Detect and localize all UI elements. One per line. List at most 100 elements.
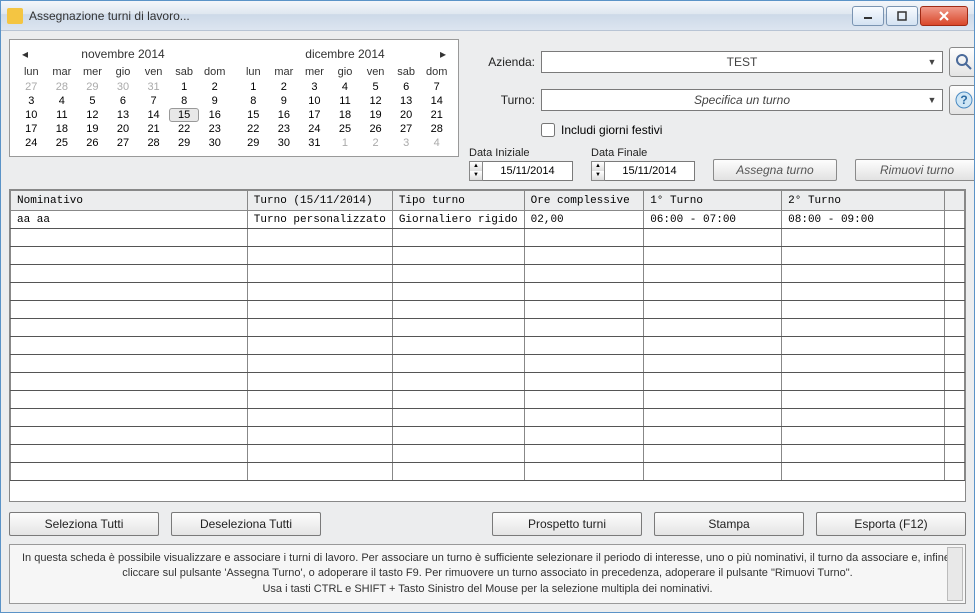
cal-day[interactable]: 1 <box>238 80 269 94</box>
cal-day[interactable]: 30 <box>269 136 300 150</box>
cal-day[interactable]: 5 <box>360 80 391 94</box>
cal-day[interactable]: 14 <box>138 108 169 122</box>
cal-day[interactable]: 21 <box>138 122 169 136</box>
cal-day[interactable]: 8 <box>169 94 200 108</box>
cal-day[interactable]: 27 <box>391 122 422 136</box>
cal-day[interactable]: 29 <box>169 136 200 150</box>
cal-next-icon[interactable]: ▸ <box>434 47 452 61</box>
azienda-dropdown[interactable]: TEST ▼ <box>541 51 943 73</box>
table-row[interactable] <box>11 319 965 337</box>
cal-day[interactable]: 17 <box>299 108 330 122</box>
cal-day[interactable]: 28 <box>421 122 452 136</box>
data-finale-input[interactable] <box>605 161 695 181</box>
table-row[interactable] <box>11 373 965 391</box>
maximize-button[interactable] <box>886 6 918 26</box>
table-row[interactable] <box>11 355 965 373</box>
cal-prev-icon[interactable]: ◂ <box>16 47 34 61</box>
cal-day[interactable]: 10 <box>16 108 47 122</box>
cal-day[interactable]: 3 <box>16 94 47 108</box>
cal-day[interactable]: 9 <box>269 94 300 108</box>
cal-day[interactable]: 16 <box>199 108 230 122</box>
cal-day[interactable]: 26 <box>77 136 108 150</box>
cal-day[interactable]: 9 <box>199 94 230 108</box>
stampa-button[interactable]: Stampa <box>654 512 804 536</box>
cal-day[interactable]: 8 <box>238 94 269 108</box>
cal-day[interactable]: 5 <box>77 94 108 108</box>
cal-day[interactable]: 13 <box>391 94 422 108</box>
table-row[interactable] <box>11 463 965 481</box>
cal-day[interactable]: 15 <box>169 108 200 122</box>
cal-day[interactable]: 20 <box>391 108 422 122</box>
cal-day[interactable]: 1 <box>330 136 361 150</box>
cal-day[interactable]: 13 <box>108 108 139 122</box>
cal-day[interactable]: 2 <box>360 136 391 150</box>
cal-day[interactable]: 7 <box>138 94 169 108</box>
cal-day[interactable]: 25 <box>330 122 361 136</box>
table-row[interactable] <box>11 283 965 301</box>
cal-day[interactable]: 30 <box>108 80 139 94</box>
calendar-november[interactable]: ◂ novembre 2014 lunmarmergiovensabdom 27… <box>16 44 230 150</box>
cal-day[interactable]: 27 <box>16 80 47 94</box>
column-header[interactable]: Ore complessive <box>524 191 644 211</box>
cal-day[interactable]: 4 <box>330 80 361 94</box>
cal-day[interactable]: 31 <box>138 80 169 94</box>
cal-day[interactable]: 31 <box>299 136 330 150</box>
close-button[interactable] <box>920 6 968 26</box>
table-row[interactable] <box>11 409 965 427</box>
cal-day[interactable]: 23 <box>199 122 230 136</box>
table-row[interactable]: aa aaTurno personalizzatoGiornaliero rig… <box>11 211 965 229</box>
cal-day[interactable]: 6 <box>391 80 422 94</box>
minimize-button[interactable] <box>852 6 884 26</box>
cal-day[interactable]: 25 <box>47 136 78 150</box>
cal-day[interactable]: 29 <box>238 136 269 150</box>
cal-day[interactable]: 22 <box>238 122 269 136</box>
cal-day[interactable]: 29 <box>77 80 108 94</box>
turno-dropdown[interactable]: Specifica un turno ▼ <box>541 89 943 111</box>
table-row[interactable] <box>11 301 965 319</box>
column-header[interactable]: Tipo turno <box>392 191 524 211</box>
help-scrollbar[interactable] <box>947 547 963 601</box>
cal-day[interactable]: 10 <box>299 94 330 108</box>
cal-day[interactable]: 24 <box>16 136 47 150</box>
includi-festivi-checkbox[interactable] <box>541 123 555 137</box>
seleziona-tutti-button[interactable]: Seleziona Tutti <box>9 512 159 536</box>
cal-day[interactable]: 27 <box>108 136 139 150</box>
cal-day[interactable]: 3 <box>391 136 422 150</box>
cal-day[interactable]: 2 <box>199 80 230 94</box>
cal-day[interactable]: 22 <box>169 122 200 136</box>
data-finale-spinner[interactable]: ▲▼ <box>591 161 605 181</box>
cal-day[interactable]: 16 <box>269 108 300 122</box>
deseleziona-tutti-button[interactable]: Deseleziona Tutti <box>171 512 321 536</box>
table-row[interactable] <box>11 391 965 409</box>
cal-day[interactable]: 14 <box>421 94 452 108</box>
table-row[interactable] <box>11 337 965 355</box>
cal-day[interactable]: 26 <box>360 122 391 136</box>
cal-day[interactable]: 11 <box>47 108 78 122</box>
cal-day[interactable]: 12 <box>360 94 391 108</box>
help-button[interactable]: ? <box>949 85 974 115</box>
table-row[interactable] <box>11 427 965 445</box>
cal-day[interactable]: 4 <box>421 136 452 150</box>
data-iniziale-input[interactable] <box>483 161 573 181</box>
cal-day[interactable]: 19 <box>77 122 108 136</box>
column-header[interactable]: Nominativo <box>11 191 248 211</box>
cal-day[interactable]: 18 <box>330 108 361 122</box>
cal-day[interactable]: 17 <box>16 122 47 136</box>
cal-day[interactable]: 28 <box>47 80 78 94</box>
data-iniziale-spinner[interactable]: ▲▼ <box>469 161 483 181</box>
cal-day[interactable]: 28 <box>138 136 169 150</box>
cal-day[interactable]: 1 <box>169 80 200 94</box>
table-row[interactable] <box>11 247 965 265</box>
cal-day[interactable]: 21 <box>421 108 452 122</box>
cal-day[interactable]: 24 <box>299 122 330 136</box>
cal-day[interactable]: 12 <box>77 108 108 122</box>
data-grid[interactable]: NominativoTurno (15/11/2014)Tipo turnoOr… <box>9 189 966 502</box>
calendar-december[interactable]: dicembre 2014 ▸ lunmarmergiovensabdom 12… <box>238 44 452 150</box>
cal-day[interactable]: 4 <box>47 94 78 108</box>
cal-day[interactable]: 6 <box>108 94 139 108</box>
cal-day[interactable]: 20 <box>108 122 139 136</box>
column-header[interactable]: Turno (15/11/2014) <box>247 191 392 211</box>
table-row[interactable] <box>11 445 965 463</box>
cal-day[interactable]: 11 <box>330 94 361 108</box>
rimuovi-turno-button[interactable]: Rimuovi turno <box>855 159 974 181</box>
